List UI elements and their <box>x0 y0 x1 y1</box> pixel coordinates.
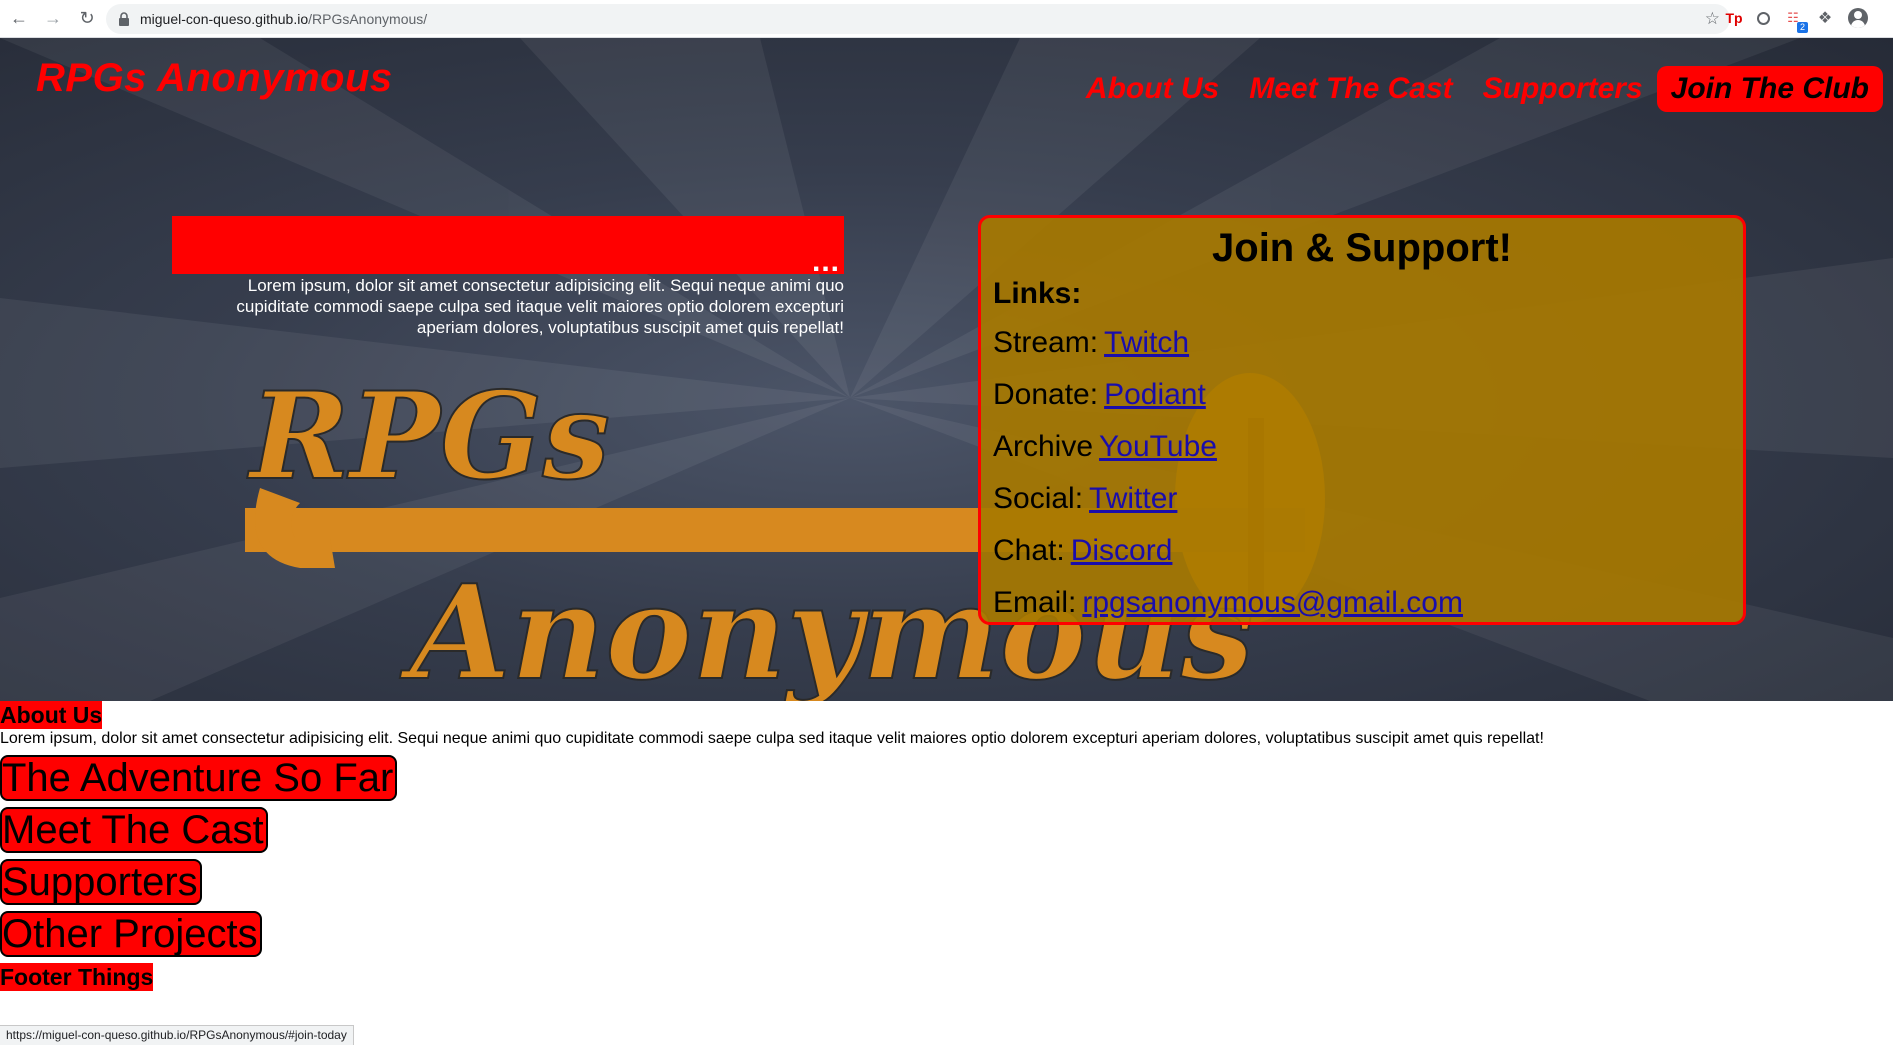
nav-meet-the-cast[interactable]: Meet The Cast <box>1249 72 1452 106</box>
logo-rpgs-text: RPGs <box>247 368 610 507</box>
banner-ellipsis: ... <box>811 245 840 278</box>
section-other-projects[interactable]: Other Projects <box>0 911 262 957</box>
back-icon[interactable]: ← <box>4 4 34 34</box>
link-row-chat: Chat: Discord <box>993 525 1731 577</box>
link-row-email: Email: rpgsanonymous@gmail.com <box>993 577 1731 629</box>
youtube-link[interactable]: YouTube <box>1099 430 1217 463</box>
status-bar-url: https://miguel-con-queso.github.io/RPGsA… <box>0 1025 354 1045</box>
archive-label: Archive <box>993 430 1094 463</box>
link-row-social: Social: Twitter <box>993 473 1731 525</box>
link-row-stream: Stream: Twitch <box>993 317 1731 369</box>
join-the-club-button[interactable]: Join The Club <box>1656 66 1883 112</box>
social-label: Social: <box>993 482 1084 515</box>
twitter-link[interactable]: Twitter <box>1089 482 1177 515</box>
podiant-link[interactable]: Podiant <box>1104 378 1206 411</box>
join-support-card: Join & Support! Links: Stream: Twitch Don… <box>978 215 1746 625</box>
footer-heading: Footer Things <box>0 963 154 991</box>
translate-extension-icon[interactable]: ☷ 2 <box>1784 9 1808 33</box>
nav-about-us[interactable]: About Us <box>1086 72 1219 106</box>
link-row-donate: Donate: Podiant <box>993 369 1731 421</box>
section-supporters[interactable]: Supporters <box>0 859 202 905</box>
extensions-puzzle-icon[interactable]: ❖ <box>1816 9 1834 27</box>
section-adventure-so-far[interactable]: The Adventure So Far <box>0 755 398 801</box>
site-title[interactable]: RPGs Anonymous <box>36 56 393 101</box>
donate-label: Donate: <box>993 378 1099 411</box>
circle-extension-icon[interactable] <box>1757 11 1770 25</box>
tp-extension-icon[interactable]: Tp <box>1725 9 1743 27</box>
url-host: miguel-con-queso.github.io <box>140 11 309 27</box>
address-bar[interactable]: miguel-con-queso.github.io/RPGsAnonymous… <box>106 4 1730 34</box>
section-meet-the-cast[interactable]: Meet The Cast <box>0 807 268 853</box>
extension-badge: 2 <box>1797 22 1808 33</box>
lock-icon <box>119 12 129 26</box>
email-link[interactable]: rpgsanonymous@gmail.com <box>1082 586 1463 619</box>
hero-section: RPGs Anonymous About Us Meet The Cast Su… <box>0 38 1893 701</box>
about-us-heading: About Us <box>0 701 103 729</box>
email-label: Email: <box>993 586 1077 619</box>
link-row-archive: Archive YouTube <box>993 421 1731 473</box>
forward-icon[interactable]: → <box>38 4 68 34</box>
nav-supporters[interactable]: Supporters <box>1483 72 1643 106</box>
hero-paragraph: Lorem ipsum, dolor sit amet consectetur … <box>236 276 844 337</box>
chat-label: Chat: <box>993 534 1065 567</box>
twitch-link[interactable]: Twitch <box>1104 326 1189 359</box>
about-us-text: Lorem ipsum, dolor sit amet consectetur … <box>0 730 1544 747</box>
profile-avatar-icon[interactable] <box>1848 8 1868 28</box>
browser-toolbar: ← → ↻ miguel-con-queso.github.io/RPGsAno… <box>0 0 1893 38</box>
stream-label: Stream: <box>993 326 1099 359</box>
join-card-title: Join & Support! <box>1212 226 1512 270</box>
main-content: About Us Lorem ipsum, dolor sit amet con… <box>0 701 1893 991</box>
bookmark-star-icon[interactable]: ☆ <box>1705 9 1720 29</box>
url-path: /RPGsAnonymous/ <box>308 11 428 27</box>
links-label: Links: <box>993 277 1082 310</box>
reload-icon[interactable]: ↻ <box>72 4 102 34</box>
discord-link[interactable]: Discord <box>1071 534 1173 567</box>
top-nav: About Us Meet The Cast Supporters Join T… <box>1056 66 1883 112</box>
hero-red-banner: ... <box>172 216 844 278</box>
